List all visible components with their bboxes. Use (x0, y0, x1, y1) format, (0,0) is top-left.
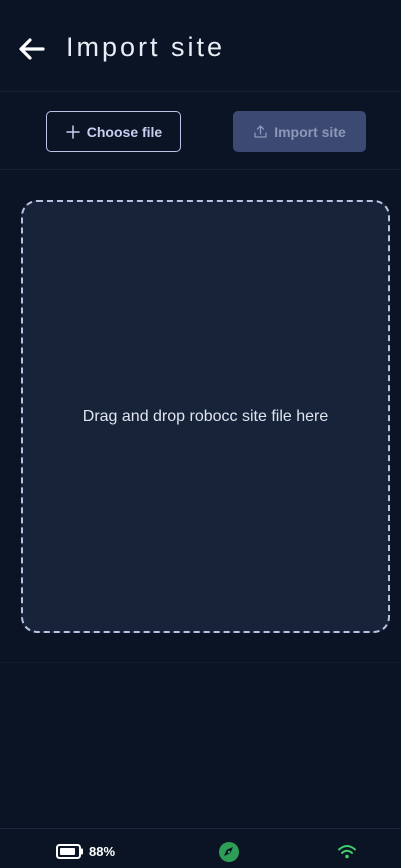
status-bar: 88% (0, 828, 401, 868)
back-button[interactable] (16, 34, 46, 64)
import-site-label: Import site (274, 123, 346, 140)
choose-file-label: Choose file (86, 123, 163, 140)
battery-percentage: 88% (89, 844, 116, 859)
battery-status: 88% (56, 844, 115, 859)
wifi-status (336, 841, 358, 863)
wifi-icon (338, 845, 356, 859)
page-title: Import site (66, 32, 226, 62)
app-header: Import site (0, 0, 401, 92)
compass-status (218, 841, 240, 863)
battery-icon (56, 844, 83, 859)
file-dropzone[interactable]: Drag and drop robocc site file here (21, 200, 390, 633)
upload-icon (254, 125, 267, 138)
divider (0, 662, 401, 663)
arrow-left-icon (19, 38, 45, 60)
compass-icon (219, 842, 239, 862)
plus-icon (66, 124, 80, 139)
import-site-button[interactable]: Import site (233, 111, 366, 152)
import-toolbar: Choose file Import site (0, 92, 401, 170)
dropzone-text: Drag and drop robocc site file here (82, 407, 329, 425)
choose-file-button[interactable]: Choose file (46, 111, 181, 152)
